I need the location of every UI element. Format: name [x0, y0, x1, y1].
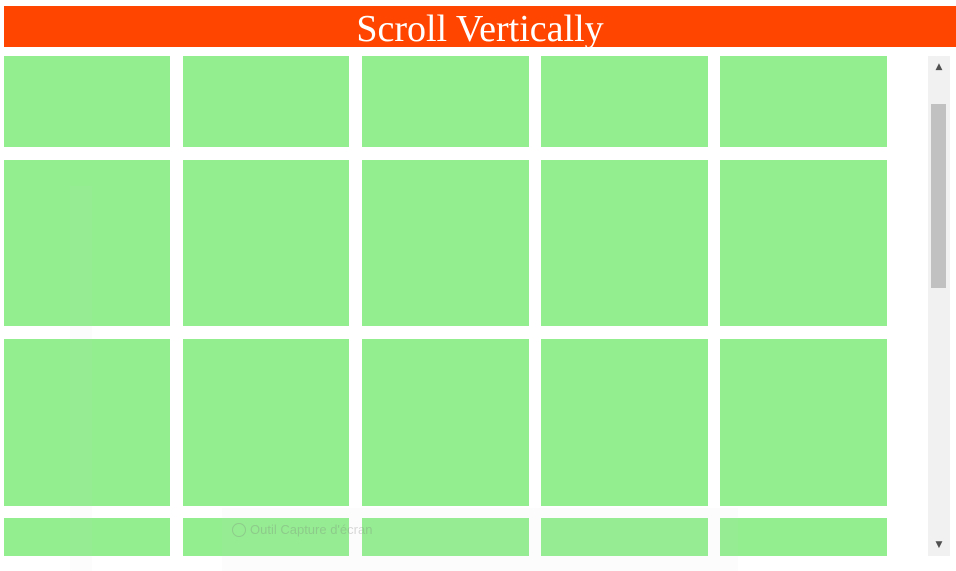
grid-tile: [720, 160, 887, 326]
grid-tile: [362, 160, 529, 326]
grid-tile: [183, 56, 349, 147]
grid-tile: [4, 339, 170, 506]
grid-tile: [362, 56, 529, 147]
scroll-down-arrow-icon[interactable]: ▼: [928, 534, 950, 556]
page-header-banner: Scroll Vertically: [4, 6, 956, 47]
grid-tile: [183, 339, 349, 506]
grid-tile: [720, 518, 887, 556]
grid-tile: [183, 518, 349, 556]
grid-tile: [362, 518, 529, 556]
grid-tile: [362, 339, 529, 506]
grid-tile: [4, 56, 170, 147]
grid-tile: [183, 160, 349, 326]
grid-tile: [541, 518, 708, 556]
app-window: Scroll Vertically ▲ ▼ Outil Capture d'éc…: [0, 0, 956, 571]
grid-tile: [541, 339, 708, 506]
grid-tile: [720, 56, 887, 147]
scrollbar-thumb[interactable]: [931, 104, 946, 288]
grid-tile: [541, 160, 708, 326]
tile-grid: [0, 47, 928, 556]
grid-tile: [541, 56, 708, 147]
grid-tile: [4, 518, 170, 556]
grid-tile: [720, 339, 887, 506]
scroll-up-arrow-icon[interactable]: ▲: [928, 56, 950, 78]
scroll-viewport[interactable]: [0, 47, 928, 556]
vertical-scrollbar[interactable]: ▲ ▼: [928, 56, 950, 556]
grid-tile: [4, 160, 170, 326]
page-title: Scroll Vertically: [356, 8, 604, 48]
